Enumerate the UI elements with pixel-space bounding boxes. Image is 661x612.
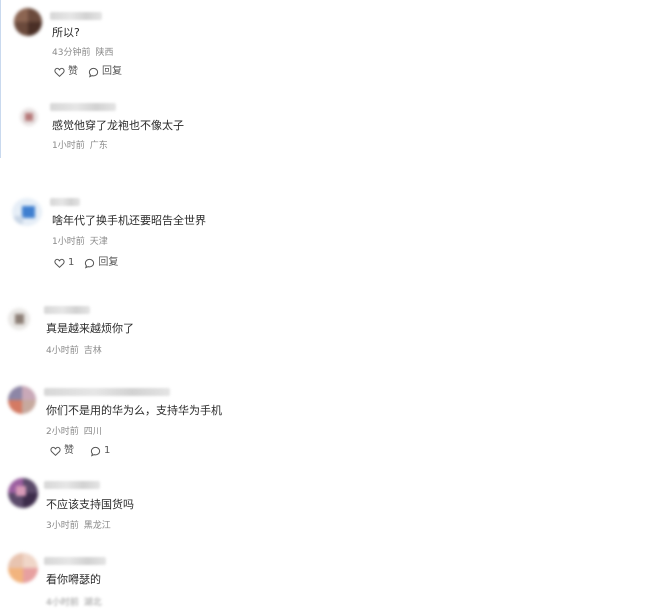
- comment-location: 湖北: [83, 598, 102, 608]
- reply-label: 回复: [102, 66, 122, 77]
- comment-time: 1小时前: [52, 141, 85, 151]
- comment-meta: 3小时前 黑龙江: [46, 520, 111, 532]
- username-blurred[interactable]: [50, 198, 80, 206]
- username-blurred[interactable]: [50, 103, 116, 111]
- comment-location: 陕西: [95, 48, 114, 58]
- comment-location: 天津: [89, 237, 108, 247]
- comment-meta: 1小时前 广东: [52, 140, 108, 152]
- comment-text: 真是越来越烦你了: [46, 322, 134, 335]
- comment-text: 不应该支持国货吗: [46, 498, 134, 511]
- reply-label: 回复: [98, 257, 119, 268]
- speech-bubble-icon: [85, 258, 95, 269]
- like-label: 赞: [68, 66, 78, 77]
- user-avatar[interactable]: [8, 478, 38, 508]
- like-label: 赞: [64, 445, 74, 456]
- comment-text: 你们不是用的华为么，支持华为手机: [46, 404, 222, 417]
- comment-location: 黑龙江: [83, 521, 111, 531]
- like-button[interactable]: 赞: [54, 66, 78, 78]
- heart-outline-icon: [54, 67, 65, 77]
- username-blurred[interactable]: [44, 306, 90, 314]
- comment-text: 啥年代了换手机还要昭告全世界: [52, 214, 206, 227]
- comment-time: 3小时前: [46, 521, 79, 531]
- username-blurred[interactable]: [44, 557, 106, 565]
- user-avatar[interactable]: [8, 553, 38, 583]
- comment-meta: 4小时前 湖北: [46, 597, 102, 609]
- comment-actions: 赞 1: [50, 445, 120, 457]
- thread-left-rule: [0, 0, 1, 158]
- comment-time: 4小时前: [46, 346, 79, 356]
- reply-count: 1: [104, 445, 111, 456]
- reply-button[interactable]: 回复: [84, 257, 118, 269]
- comment-actions: 赞 回复: [54, 66, 132, 78]
- comment-meta: 2小时前 四川: [46, 426, 102, 438]
- speech-bubble-icon: [88, 67, 99, 78]
- comment-meta: 1小时前 天津: [52, 236, 108, 248]
- username-blurred[interactable]: [50, 12, 102, 20]
- comment-location: 广东: [89, 141, 108, 151]
- comment-time: 2小时前: [46, 427, 79, 437]
- like-button[interactable]: 赞: [50, 445, 74, 457]
- heart-outline-icon: [50, 446, 61, 456]
- comment-location: 四川: [83, 427, 102, 437]
- user-avatar[interactable]: [8, 386, 36, 414]
- like-count: 1: [68, 257, 75, 268]
- comment-time: 43分钟前: [52, 48, 91, 58]
- user-avatar[interactable]: [20, 108, 38, 126]
- reply-button[interactable]: 1: [90, 445, 110, 457]
- user-avatar[interactable]: [8, 308, 30, 330]
- like-button[interactable]: 1: [54, 257, 74, 269]
- comment-text: 所以?: [52, 26, 80, 39]
- comment-text: 看你嘚瑟的: [46, 573, 101, 586]
- user-avatar[interactable]: [12, 198, 42, 226]
- comment-time: 1小时前: [52, 237, 85, 247]
- user-avatar[interactable]: [14, 8, 42, 36]
- username-blurred[interactable]: [44, 481, 100, 489]
- comment-location: 吉林: [83, 346, 102, 356]
- comment-text: 感觉他穿了龙袍也不像太子: [52, 119, 184, 132]
- comment-actions: 1 回复: [54, 257, 128, 269]
- comment-meta: 4小时前 吉林: [46, 345, 102, 357]
- reply-button[interactable]: 回复: [88, 66, 122, 78]
- comment-meta: 43分钟前 陕西: [52, 47, 113, 59]
- speech-bubble-icon: [90, 446, 101, 457]
- username-blurred[interactable]: [44, 388, 170, 396]
- heart-outline-icon: [54, 258, 65, 268]
- comment-time: 4小时前: [46, 598, 79, 608]
